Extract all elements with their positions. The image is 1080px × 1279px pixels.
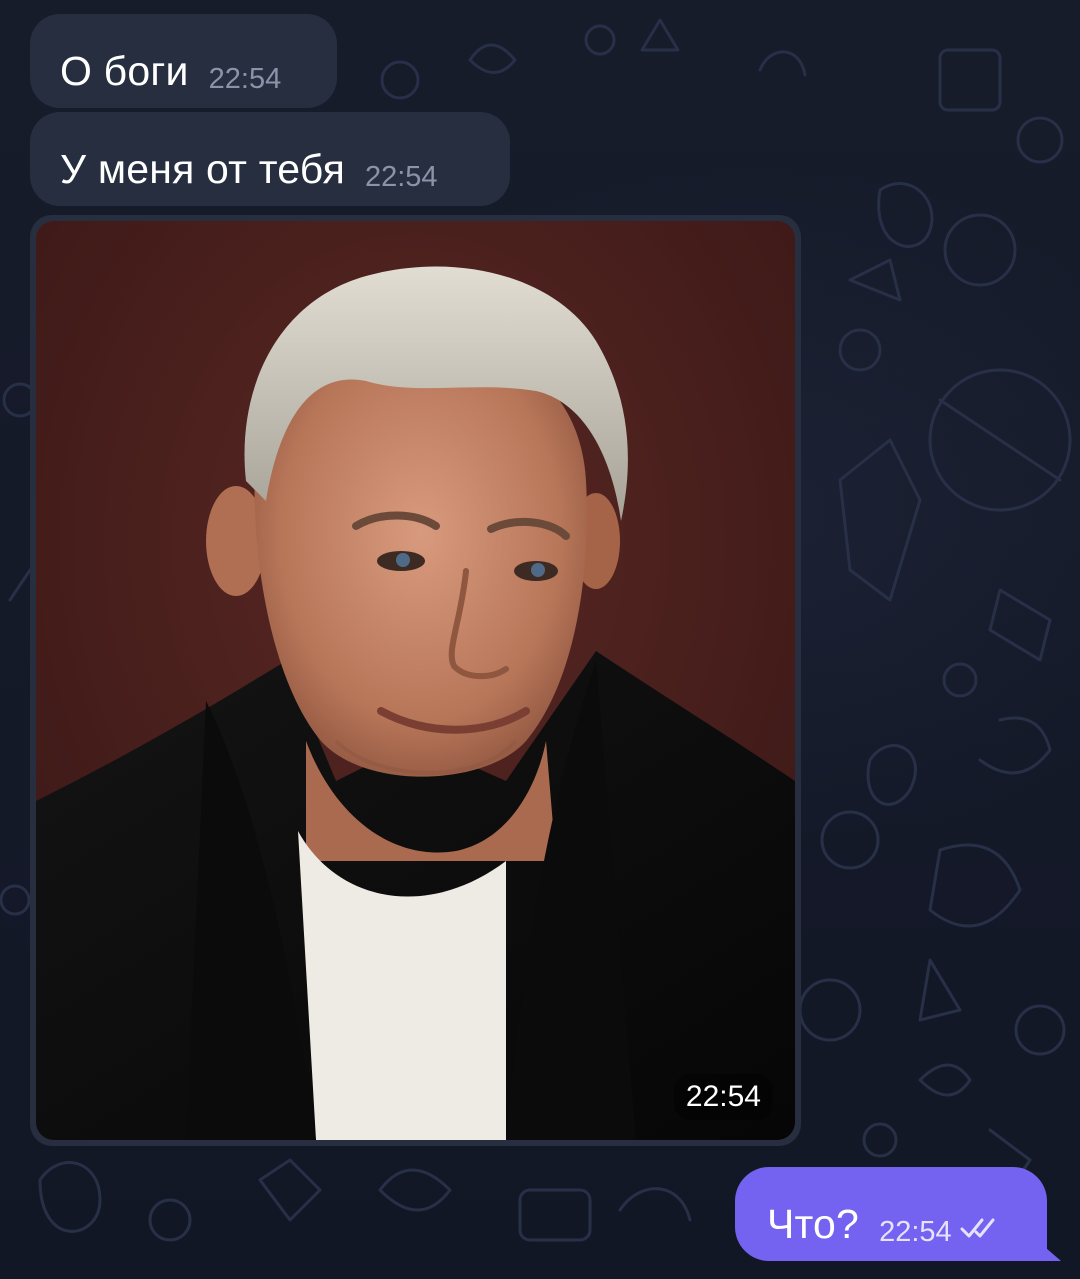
- portrait-photo-illustration: [36, 221, 795, 1140]
- incoming-message-bubble[interactable]: У меня от тебя 22:54: [30, 112, 510, 206]
- message-time: 22:54: [673, 1074, 773, 1120]
- incoming-photo-message[interactable]: 22:54: [30, 215, 801, 1146]
- outgoing-message-bubble[interactable]: Что? 22:54: [735, 1167, 1047, 1261]
- double-check-icon: [960, 1216, 1000, 1245]
- message-time: 22:54: [208, 63, 282, 95]
- incoming-message-bubble[interactable]: О боги 22:54: [30, 14, 337, 108]
- message-photo[interactable]: 22:54: [36, 221, 795, 1140]
- message-text: О боги: [60, 48, 189, 94]
- message-time: 22:54: [364, 161, 438, 193]
- message-text: У меня от тебя: [60, 146, 345, 192]
- message-text: Что?: [767, 1201, 860, 1247]
- message-time: 22:54: [879, 1216, 952, 1248]
